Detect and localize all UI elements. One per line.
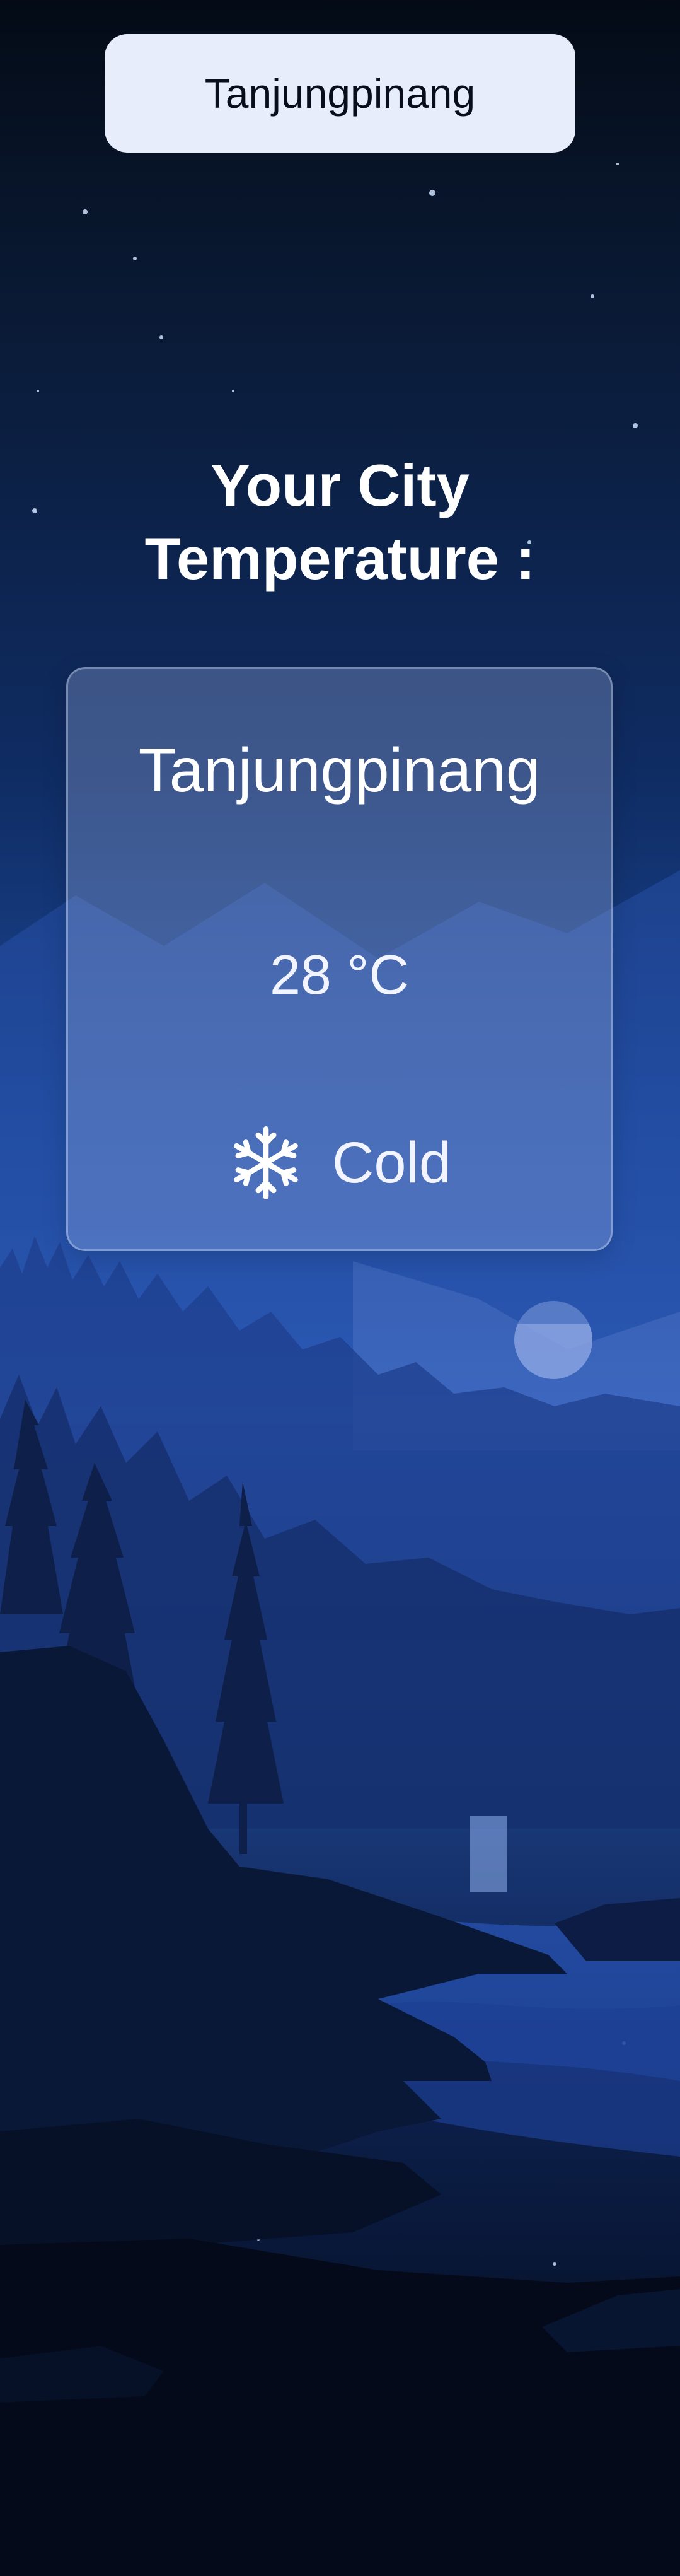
snowflake-icon	[234, 1126, 298, 1199]
city-search-input[interactable]	[105, 34, 575, 153]
card-city-name: Tanjungpinang	[138, 735, 541, 805]
weather-card: Tanjungpinang 28 °C Cold	[66, 667, 613, 1251]
heading-line-2: Temperature :	[144, 525, 536, 592]
card-condition: Cold	[68, 1124, 611, 1201]
app-screen: Your City Temperature : Tanjungpinang 28…	[0, 0, 680, 2576]
night-forest-background	[0, 119, 680, 2576]
heading-line-1: Your City	[210, 452, 470, 518]
condition-label: Cold	[331, 1130, 452, 1195]
card-temperature: 28 °C	[269, 943, 410, 1006]
page-heading: Your City Temperature :	[0, 449, 680, 595]
